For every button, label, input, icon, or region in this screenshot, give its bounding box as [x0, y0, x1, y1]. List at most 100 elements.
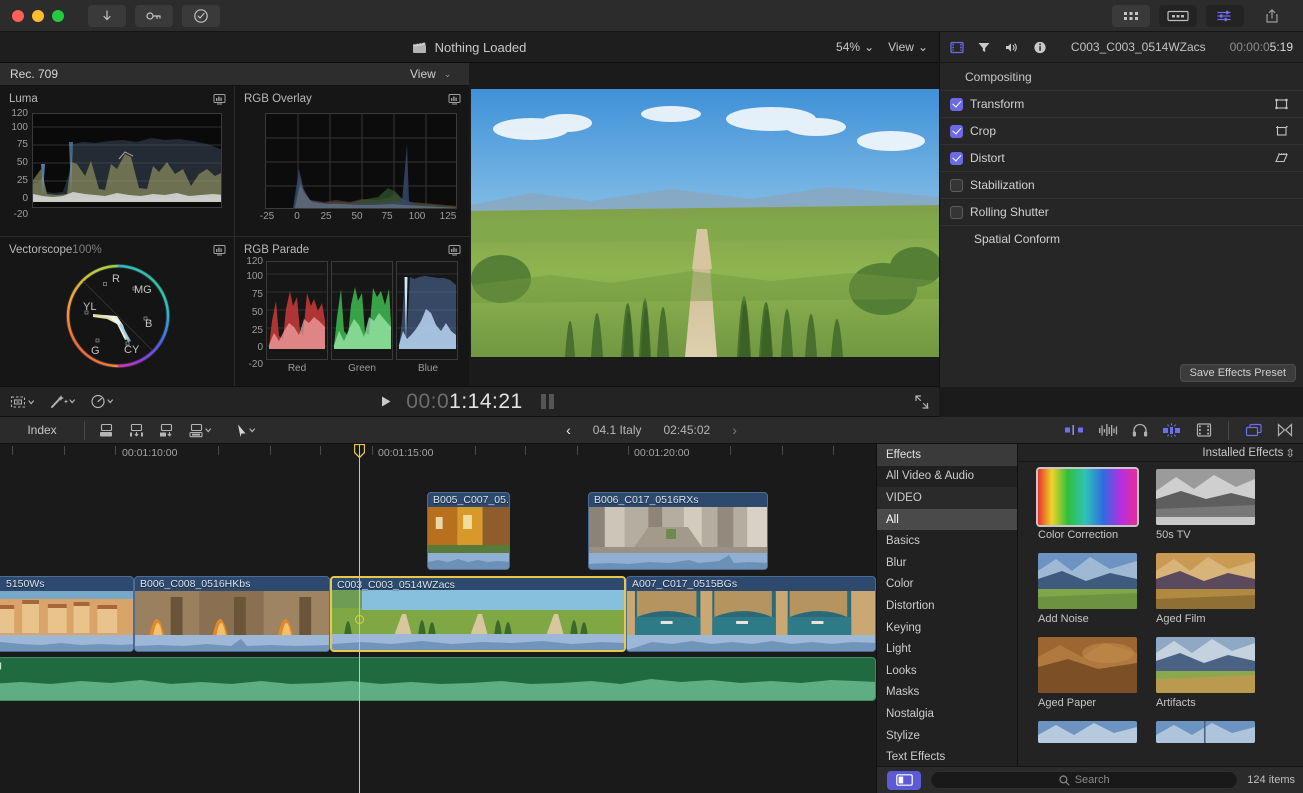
vectorscope-settings-icon[interactable]	[213, 244, 226, 256]
installed-effects-label[interactable]: Installed Effects	[1202, 447, 1283, 459]
effect-item-aged-film[interactable]: Aged Film	[1156, 553, 1255, 625]
effects-grid[interactable]: Color Correction 50s TV Add Noise	[1018, 463, 1303, 766]
audio-icon[interactable]	[1004, 41, 1020, 54]
sidebar-item-light[interactable]: Light	[877, 638, 1017, 660]
effect-item-add-noise[interactable]: Add Noise	[1038, 553, 1137, 625]
audio-meter-icon[interactable]	[1098, 423, 1118, 437]
key-button[interactable]	[135, 5, 173, 27]
transport-bar: 00:01:14:21	[0, 386, 939, 417]
timeline-clip-connected-1[interactable]: B005_C007_05...	[427, 492, 510, 570]
inspector-row-stabilization[interactable]: Stabilization	[940, 171, 1303, 198]
close-button[interactable]	[12, 10, 24, 22]
timeline-clip-storyline-4[interactable]: A007_C017_0515BGs	[626, 576, 876, 652]
search-input[interactable]: Search	[930, 771, 1238, 789]
clip-name: A007_C017_0515BGs	[632, 578, 737, 590]
sort-chevrons-icon[interactable]: ⇳	[1285, 446, 1295, 460]
timeline-clip-connected-2[interactable]: B006_C017_0516RXs	[588, 492, 768, 570]
vectorscope-scope[interactable]: Vectorscope100%	[0, 237, 234, 386]
playhead-timecode[interactable]: 00:01:14:21	[406, 390, 522, 414]
timeline-ruler[interactable]: 00:01:10:00 00:01:15:00 00:01:20:00	[0, 444, 876, 462]
rgb-overlay-title: RGB Overlay	[244, 93, 312, 105]
effect-item-row4-2[interactable]	[1156, 721, 1255, 743]
effect-item-aged-paper[interactable]: Aged Paper	[1038, 637, 1137, 709]
clip-skimming-icon[interactable]	[1162, 423, 1182, 437]
info-icon[interactable]	[1033, 41, 1047, 54]
rgb-parade-settings-icon[interactable]	[448, 244, 461, 256]
next-project-button[interactable]: ›	[732, 422, 737, 438]
clip-appearance-icon[interactable]	[1064, 424, 1084, 436]
fullscreen-icon[interactable]	[915, 395, 929, 409]
inspector-row-transform[interactable]: Transform	[940, 90, 1303, 117]
sidebar-item-nostalgia[interactable]: Nostalgia	[877, 703, 1017, 725]
play-icon[interactable]	[380, 395, 392, 408]
crop-icon[interactable]	[1274, 124, 1289, 138]
dual-window-icon[interactable]	[1245, 423, 1263, 437]
sidebar-item-masks[interactable]: Masks	[877, 682, 1017, 704]
crop-checkbox[interactable]	[950, 125, 963, 138]
timeline-audio-clip[interactable]: g	[0, 657, 876, 701]
inspector-row-rolling-shutter[interactable]: Rolling Shutter	[940, 198, 1303, 225]
sidebar-item-all-video-audio[interactable]: All Video & Audio	[877, 466, 1017, 488]
sidebar-item-keying[interactable]: Keying	[877, 617, 1017, 639]
minimize-button[interactable]	[32, 10, 44, 22]
effect-item-50s-tv[interactable]: 50s TV	[1156, 469, 1255, 541]
luma-settings-icon[interactable]	[213, 93, 226, 105]
timeline-clip-storyline-3-selected[interactable]: C003_C003_0514WZacs	[330, 576, 626, 652]
audio-clip-name: g	[0, 659, 2, 671]
rgb-overlay-scope[interactable]: RGB Overlay	[235, 86, 469, 236]
rolling-shutter-checkbox[interactable]	[950, 206, 963, 219]
inspector-toggle[interactable]	[1206, 5, 1244, 27]
stabilization-checkbox[interactable]	[950, 179, 963, 192]
distort-icon[interactable]	[1274, 151, 1289, 165]
save-effects-preset-button[interactable]: Save Effects Preset	[1180, 364, 1296, 382]
download-button[interactable]	[88, 5, 126, 27]
viewer-toggle[interactable]	[1159, 5, 1197, 27]
prev-project-button[interactable]: ‹	[566, 422, 571, 438]
timeline-clip-storyline-1[interactable]: 5150Ws	[0, 576, 134, 652]
sidebar-item-text-effects[interactable]: Text Effects	[877, 746, 1017, 766]
check-button[interactable]	[182, 5, 220, 27]
sidebar-toggle-button[interactable]	[887, 771, 921, 790]
timeline-panel[interactable]: 00:01:10:00 00:01:15:00 00:01:20:00 B005…	[0, 444, 876, 793]
browser-toggle[interactable]	[1112, 5, 1150, 27]
rgb-parade-scope[interactable]: RGB Parade	[235, 237, 469, 386]
sidebar-item-basics[interactable]: Basics	[877, 530, 1017, 552]
effects-sidebar-header[interactable]: Effects	[877, 444, 1017, 466]
inspector-row-crop[interactable]: Crop	[940, 117, 1303, 144]
effect-label: Artifacts	[1156, 697, 1255, 709]
sidebar-item-blur[interactable]: Blur	[877, 552, 1017, 574]
distort-checkbox[interactable]	[950, 152, 963, 165]
sidebar-item-all[interactable]: All	[877, 509, 1017, 531]
filter-icon[interactable]	[977, 41, 991, 54]
toolbar-right-group	[1112, 5, 1291, 27]
rgb-overlay-settings-icon[interactable]	[448, 93, 461, 105]
viewer-panel[interactable]	[469, 63, 939, 386]
effect-item-color-correction[interactable]: Color Correction	[1038, 469, 1137, 541]
scopes-view-menu[interactable]: View⌄	[410, 67, 451, 81]
viewer-view-menu[interactable]: View⌄	[888, 40, 928, 54]
timeline-clip-storyline-2[interactable]: B006_C008_0516HKbs	[134, 576, 330, 652]
playhead-handle[interactable]	[354, 444, 365, 458]
sidebar-item-color[interactable]: Color	[877, 574, 1017, 596]
inspector-row-distort[interactable]: Distort	[940, 144, 1303, 171]
effects-category-sidebar[interactable]: Effects All Video & Audio VIDEO All Basi…	[877, 444, 1018, 766]
video-icon[interactable]	[950, 41, 964, 54]
timeline-right-tools	[1064, 421, 1293, 440]
inspector-row-spatial-conform[interactable]: Spatial Conform	[940, 225, 1303, 252]
luma-scope[interactable]: Luma	[0, 86, 234, 236]
effect-item-artifacts[interactable]: Artifacts	[1156, 637, 1255, 709]
transform-checkbox[interactable]	[950, 98, 963, 111]
svg-text:R: R	[112, 273, 120, 285]
share-button[interactable]	[1253, 5, 1291, 27]
sidebar-item-looks[interactable]: Looks	[877, 660, 1017, 682]
filmstrip-icon[interactable]	[1196, 423, 1212, 437]
zoom-level-button[interactable]: 54%⌄	[836, 40, 874, 54]
sidebar-item-stylize[interactable]: Stylize	[877, 725, 1017, 747]
headphones-icon[interactable]	[1132, 423, 1148, 437]
sidebar-item-distortion[interactable]: Distortion	[877, 595, 1017, 617]
flow-icon[interactable]	[1277, 423, 1293, 437]
maximize-button[interactable]	[52, 10, 64, 22]
transform-icon[interactable]	[1274, 97, 1289, 111]
audio-meters[interactable]	[537, 393, 559, 410]
effect-item-row4-1[interactable]	[1038, 721, 1137, 743]
